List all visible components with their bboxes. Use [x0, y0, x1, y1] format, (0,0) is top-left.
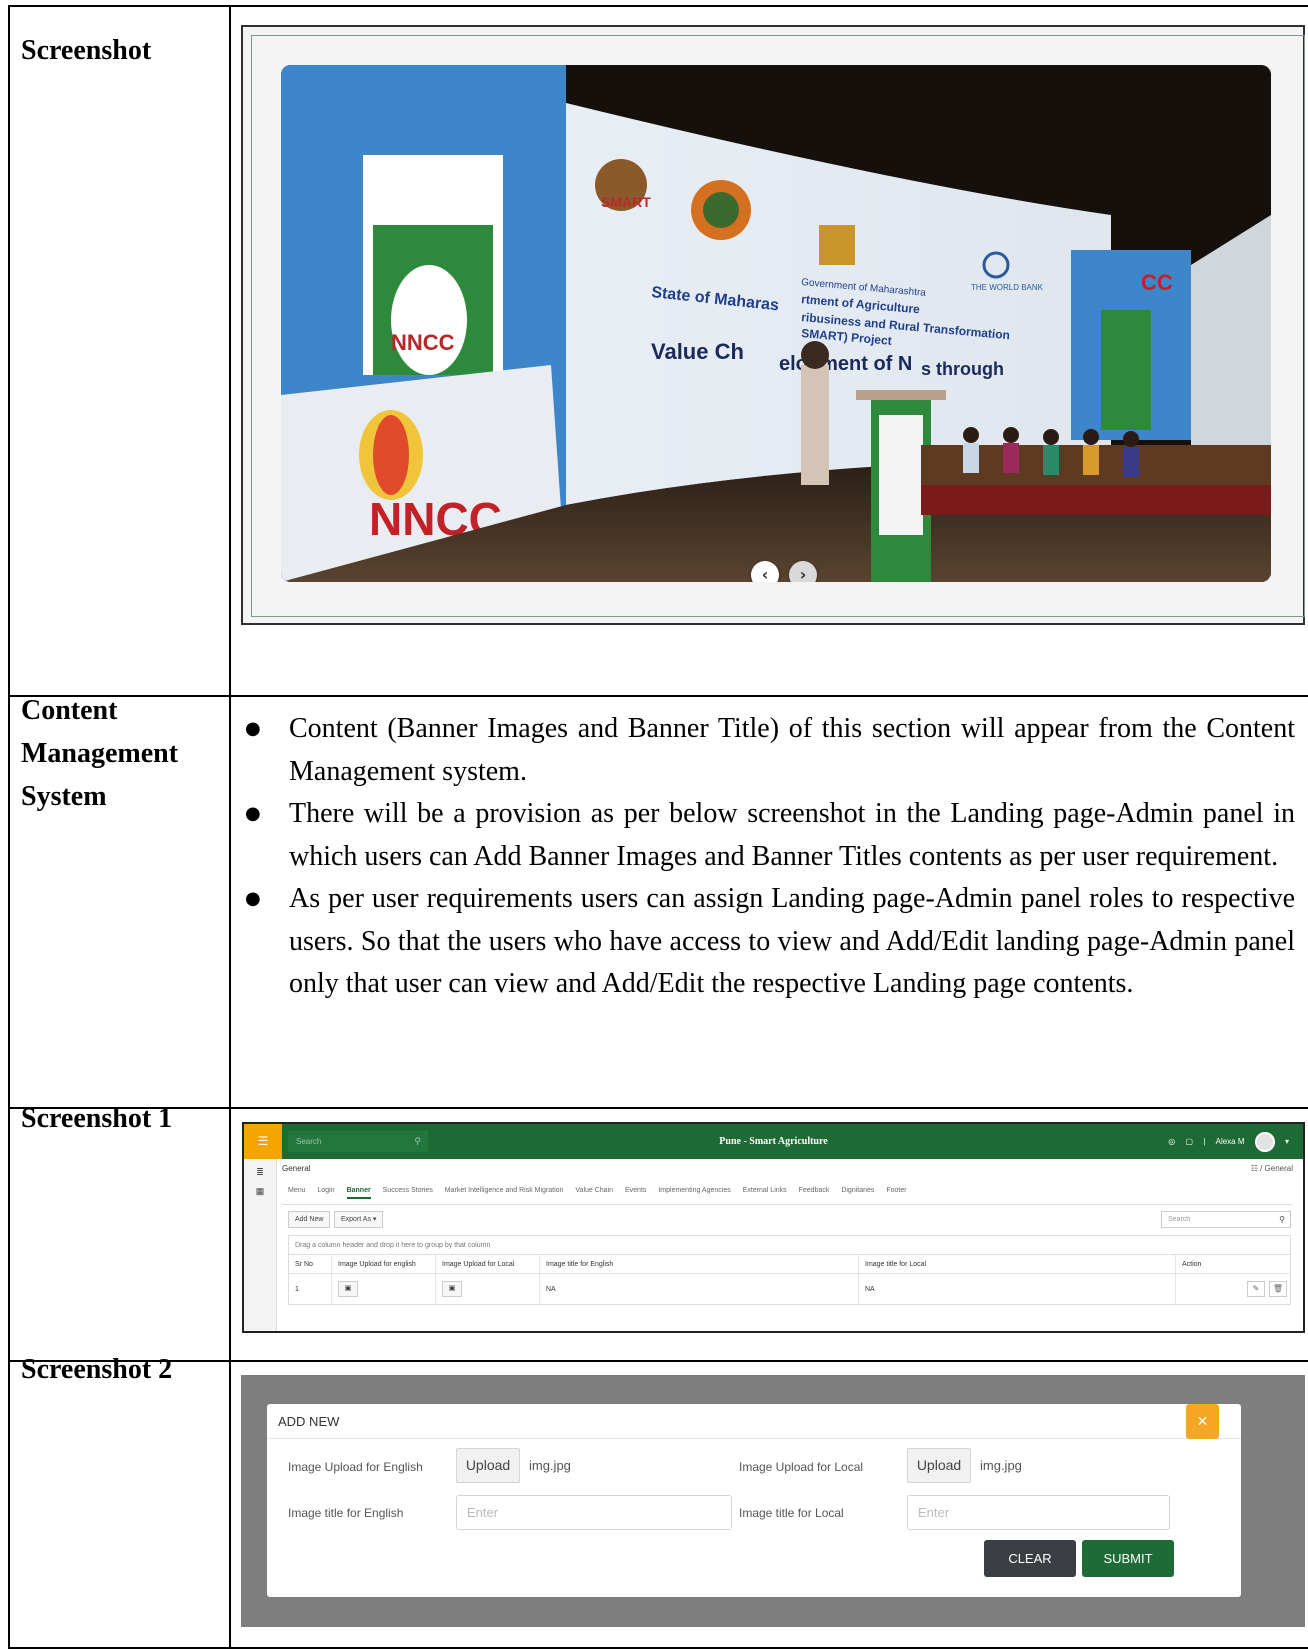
title-en-cell: NA — [539, 1274, 858, 1304]
row-label: Screenshot 2 — [21, 1354, 173, 1385]
image-en-cell: ▣ — [331, 1274, 435, 1304]
tab-external-links[interactable]: External Links — [743, 1187, 787, 1194]
file-name-english: img.jpg — [529, 1458, 571, 1473]
tab-menu[interactable]: Menu — [288, 1187, 306, 1194]
calendar-icon[interactable]: ▦ — [244, 1186, 276, 1197]
column-header[interactable]: Sr No — [289, 1255, 331, 1273]
settings-icon[interactable]: ◎ — [1168, 1137, 1175, 1146]
hamburger-menu-button[interactable]: ☰ — [244, 1124, 282, 1159]
carousel-prev-button[interactable]: ‹ — [751, 561, 779, 582]
window-icon[interactable]: ▢ — [1186, 1137, 1194, 1146]
label-title-local: Image title for Local — [739, 1506, 844, 1520]
breadcrumb: ☷ / General — [1250, 1164, 1293, 1173]
column-header[interactable]: Image Upload for Local — [435, 1255, 539, 1273]
dialog-title: ADD NEW — [267, 1404, 1241, 1439]
tab-bar: Menu Login Banner Success Stories Market… — [288, 1187, 917, 1199]
file-name-local: img.jpg — [980, 1458, 1022, 1473]
grid-search-input[interactable]: Search ⚲ — [1161, 1211, 1291, 1228]
admin-grid-screenshot: Pune - Smart Agriculture ☰ Search ⚲ ◎ ▢ … — [242, 1122, 1305, 1333]
column-header[interactable]: Image title for Local — [858, 1255, 1175, 1273]
edit-icon[interactable]: ✎ — [1247, 1281, 1265, 1297]
banner-screenshot: NNCC NNCC SMART THE WORLD BANK State of … — [241, 25, 1305, 625]
column-header[interactable]: Image title for English — [539, 1255, 858, 1273]
cms-bullet-item: Content (Banner Images and Banner Title)… — [245, 708, 1295, 793]
nncc-text-small: NNCC — [391, 330, 455, 355]
divider: | — [1203, 1137, 1206, 1146]
title-local-input[interactable]: Enter — [907, 1495, 1170, 1530]
image-icon[interactable]: ▣ — [338, 1281, 358, 1297]
avatar[interactable] — [1254, 1131, 1275, 1152]
label-image-upload-local: Image Upload for Local — [739, 1460, 864, 1474]
cms-bullet-item: As per user requirements users can assig… — [245, 878, 1295, 1006]
close-icon: ✕ — [1196, 1413, 1209, 1429]
search-icon: ⚲ — [1279, 1215, 1285, 1224]
tab-value-chain[interactable]: Value Chain — [575, 1187, 613, 1194]
image-local-cell: ▣ — [435, 1274, 539, 1304]
left-sidebar: ≣ ▦ — [244, 1159, 277, 1331]
svg-text:CC: CC — [1141, 270, 1173, 295]
row-label: Screenshot — [21, 35, 152, 66]
upload-english-button[interactable]: Upload — [456, 1448, 520, 1483]
caret-down-icon: ▾ — [372, 1216, 377, 1223]
sr-no-cell: 1 — [295, 1285, 299, 1293]
export-as-button[interactable]: Export As ▾ — [334, 1211, 384, 1228]
caret-down-icon[interactable]: ▾ — [1285, 1137, 1289, 1146]
page-title: General — [282, 1164, 311, 1173]
svg-text:SMART: SMART — [601, 194, 651, 210]
svg-text:THE WORLD BANK: THE WORLD BANK — [971, 283, 1044, 292]
search-icon: ⚲ — [414, 1136, 421, 1146]
table-row: 1 ▣ ▣ NA NA ✎ 🗑 — [289, 1274, 1290, 1304]
title-local-cell: NA — [858, 1274, 1175, 1304]
tab-market-intelligence[interactable]: Market Intelligence and Risk Migration — [445, 1187, 564, 1194]
svg-text:elopment of N: elopment of N — [779, 353, 912, 375]
svg-text:Value Ch: Value Ch — [651, 339, 744, 364]
table-header-row: Sr No Image Upload for english Image Upl… — [289, 1255, 1290, 1274]
menu-icon: ☰ — [257, 1134, 269, 1148]
tab-events[interactable]: Events — [625, 1187, 646, 1194]
column-header[interactable]: Action — [1175, 1255, 1295, 1273]
label-image-upload-english: Image Upload for English — [288, 1460, 423, 1474]
banner-grid: Drag a column header and drop it here to… — [288, 1235, 1291, 1305]
submit-button[interactable]: SUBMIT — [1082, 1540, 1174, 1577]
list-icon[interactable]: ≣ — [244, 1167, 276, 1178]
add-new-dialog: ADD NEW Image Upload for English Upload … — [267, 1404, 1241, 1597]
add-new-button[interactable]: Add New — [288, 1211, 331, 1228]
column-header[interactable]: Image Upload for english — [331, 1255, 435, 1273]
clear-button[interactable]: CLEAR — [984, 1540, 1076, 1577]
app-header: Pune - Smart Agriculture ☰ Search ⚲ ◎ ▢ … — [244, 1124, 1303, 1159]
tab-success-stories[interactable]: Success Stories — [383, 1187, 433, 1194]
tab-underline — [282, 1204, 1293, 1205]
image-icon[interactable]: ▣ — [442, 1281, 462, 1297]
upload-local-button[interactable]: Upload — [907, 1448, 971, 1483]
delete-icon[interactable]: 🗑 — [1269, 1281, 1287, 1297]
row-label: Screenshot 1 — [21, 1103, 173, 1134]
action-cell: ✎ 🗑 — [1175, 1274, 1295, 1304]
chevron-left-icon: ‹ — [761, 565, 769, 582]
row-label: Content Management System — [21, 695, 179, 812]
conference-stage-photo: NNCC NNCC SMART THE WORLD BANK State of … — [281, 65, 1271, 582]
svg-text:s through: s through — [921, 359, 1004, 379]
tab-dignitaries[interactable]: Dignitaries — [841, 1187, 874, 1194]
header-search-input[interactable]: Search ⚲ — [288, 1131, 428, 1152]
tab-login[interactable]: Login — [317, 1187, 334, 1194]
dialog-close-button[interactable]: ✕ — [1186, 1404, 1219, 1439]
add-new-dialog-screenshot: ADD NEW Image Upload for English Upload … — [241, 1375, 1305, 1627]
tab-implementing-agencies[interactable]: Implementing Agencies — [658, 1187, 730, 1194]
label-title-english: Image title for English — [288, 1506, 404, 1520]
carousel-next-button[interactable]: › — [789, 561, 817, 582]
banner-image: NNCC NNCC SMART THE WORLD BANK State of … — [281, 65, 1271, 582]
user-name: Alexa M — [1215, 1137, 1245, 1146]
tab-feedback[interactable]: Feedback — [799, 1187, 830, 1194]
header-user-area: ◎ ▢ | Alexa M ▾ — [1160, 1124, 1289, 1159]
tab-banner[interactable]: Banner — [346, 1187, 371, 1199]
cms-bullet-list: Content (Banner Images and Banner Title)… — [245, 708, 1295, 1006]
title-english-input[interactable]: Enter — [456, 1495, 732, 1530]
group-by-hint: Drag a column header and drop it here to… — [289, 1236, 1290, 1255]
chevron-right-icon: › — [799, 565, 807, 582]
list-icon: ☷ — [1250, 1164, 1261, 1173]
tab-footer[interactable]: Footer — [886, 1187, 906, 1194]
cms-bullet-item: There will be a provision as per below s… — [245, 793, 1295, 878]
